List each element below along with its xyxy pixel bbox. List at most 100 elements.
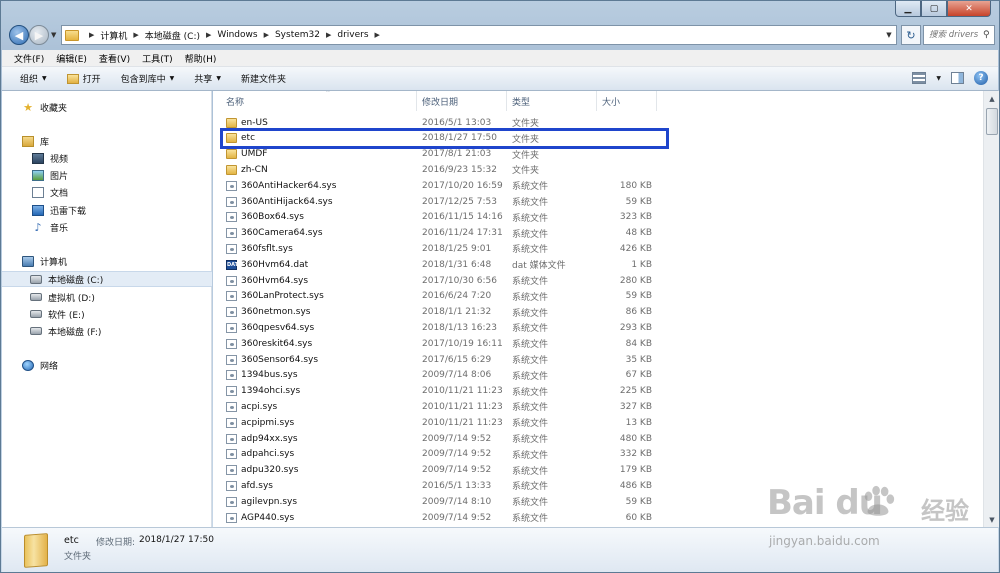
- table-row[interactable]: adpahci.sys 2009/7/14 9:52 系统文件 332 KB: [213, 447, 983, 462]
- nav-item-thunder-downloads[interactable]: 迅雷下载: [2, 202, 212, 218]
- search-box[interactable]: ⚲: [923, 25, 995, 45]
- table-row[interactable]: 360netmon.sys 2018/1/1 21:32 系统文件 86 KB: [213, 305, 983, 320]
- file-name-cell: 360LanProtect.sys: [226, 289, 324, 304]
- chevron-right-icon[interactable]: ▶: [264, 31, 269, 39]
- table-row[interactable]: en-US 2016/5/1 13:03 文件夹: [213, 115, 983, 130]
- refresh-button[interactable]: ↻: [901, 25, 921, 45]
- chevron-right-icon[interactable]: ▶: [133, 31, 138, 39]
- file-name: 360Box64.sys: [241, 212, 304, 223]
- table-row[interactable]: 360AntiHacker64.sys 2017/10/20 16:59 系统文件 1…: [213, 178, 983, 193]
- system-file-icon: [226, 401, 237, 412]
- file-type: 系统文件: [512, 213, 549, 224]
- chevron-right-icon[interactable]: ▶: [326, 31, 331, 39]
- nav-item-label: 音乐: [50, 223, 69, 234]
- recent-pages-dropdown[interactable]: ▼: [51, 31, 56, 39]
- view-mode-icon[interactable]: [912, 72, 927, 84]
- table-row[interactable]: 360Camera64.sys 2016/11/24 17:31 系统文件 48 KB: [213, 226, 983, 241]
- help-icon[interactable]: ?: [974, 71, 988, 85]
- table-row[interactable]: 1394bus.sys 2009/7/14 8:06 系统文件 67 KB: [213, 368, 983, 383]
- table-row[interactable]: DAT 360Hvm64.dat 2018/1/31 6:48 dat 媒体文件 1 K…: [213, 257, 983, 272]
- nav-drive-e[interactable]: 软件 (E:): [2, 306, 212, 322]
- menu-file[interactable]: 文件(F): [14, 52, 44, 65]
- open-button[interactable]: 打开: [66, 72, 101, 85]
- table-row[interactable]: 360LanProtect.sys 2016/6/24 7:20 系统文件 59 KB: [213, 289, 983, 304]
- breadcrumb-windows[interactable]: Windows: [217, 30, 257, 40]
- file-name-cell: afd.sys: [226, 478, 273, 493]
- table-row[interactable]: AGP440.sys 2009/7/14 9:52 系统文件 60 KB: [213, 510, 983, 525]
- column-header-size[interactable]: 大小: [597, 91, 657, 111]
- table-row[interactable]: adpu320.sys 2009/7/14 9:52 系统文件 179 KB: [213, 463, 983, 478]
- table-row[interactable]: 360AntiHijack64.sys 2017/12/25 7:53 系统文件 59…: [213, 194, 983, 209]
- table-row[interactable]: acpipmi.sys 2010/11/21 11:23 系统文件 13 KB: [213, 415, 983, 430]
- scroll-down-icon[interactable]: ▼: [985, 512, 999, 527]
- column-header-date[interactable]: 修改日期: [417, 91, 507, 111]
- breadcrumb-computer[interactable]: 计算机: [100, 29, 127, 42]
- nav-network[interactable]: 网络: [2, 357, 212, 373]
- table-row[interactable]: agilevpn.sys 2009/7/14 8:10 系统文件 59 KB: [213, 494, 983, 509]
- file-name-cell: 1394bus.sys: [226, 368, 298, 383]
- scroll-up-icon[interactable]: ▲: [985, 91, 999, 106]
- table-row[interactable]: 360reskit64.sys 2017/10/19 16:11 系统文件 84 KB: [213, 336, 983, 351]
- organize-button[interactable]: 组织 ▼: [20, 72, 47, 85]
- file-type: 文件夹: [512, 166, 540, 177]
- nav-item-documents[interactable]: 文档: [2, 184, 212, 200]
- back-button[interactable]: ◀: [9, 25, 29, 45]
- file-date: 2009/7/14 9:52: [422, 449, 492, 460]
- new-folder-button[interactable]: 新建文件夹: [241, 72, 286, 85]
- table-row[interactable]: zh-CN 2016/9/23 15:32 文件夹: [213, 162, 983, 177]
- table-row[interactable]: 360Box64.sys 2016/11/15 14:16 系统文件 323 KB: [213, 210, 983, 225]
- maximize-button[interactable]: ▢: [921, 1, 947, 17]
- nav-libraries[interactable]: 库: [2, 133, 212, 149]
- column-header-type[interactable]: 类型: [507, 91, 597, 111]
- table-row[interactable]: 360fsflt.sys 2018/1/25 9:01 系统文件 426 KB: [213, 241, 983, 256]
- file-size: [598, 162, 652, 177]
- table-row[interactable]: 360Hvm64.sys 2017/10/30 6:56 系统文件 280 KB: [213, 273, 983, 288]
- nav-item-pictures[interactable]: 图片: [2, 167, 212, 183]
- chevron-right-icon[interactable]: ▶: [375, 31, 380, 39]
- file-date: 2009/7/14 9:52: [422, 512, 492, 523]
- nav-drive-f[interactable]: 本地磁盘 (F:): [2, 323, 212, 339]
- table-row[interactable]: 1394ohci.sys 2010/11/21 11:23 系统文件 225 KB: [213, 384, 983, 399]
- chevron-right-icon[interactable]: ▶: [206, 31, 211, 39]
- chevron-down-icon[interactable]: ▼: [936, 75, 941, 82]
- menu-help[interactable]: 帮助(H): [185, 52, 217, 65]
- minimize-button[interactable]: ▁: [895, 1, 921, 17]
- table-row[interactable]: adp94xx.sys 2009/7/14 9:52 系统文件 480 KB: [213, 431, 983, 446]
- vertical-scrollbar[interactable]: ▲ ▼: [983, 91, 999, 527]
- file-name-cell: 360Camera64.sys: [226, 226, 323, 241]
- table-row[interactable]: afd.sys 2016/5/1 13:33 系统文件 486 KB: [213, 478, 983, 493]
- breadcrumb-system32[interactable]: System32: [275, 30, 320, 40]
- preview-pane-icon[interactable]: [951, 72, 964, 84]
- share-button[interactable]: 共享 ▼: [194, 72, 221, 85]
- search-input[interactable]: [929, 30, 983, 40]
- nav-favorites[interactable]: ★ 收藏夹: [2, 99, 212, 115]
- nav-item-videos[interactable]: 视频: [2, 150, 212, 166]
- include-library-button[interactable]: 包含到库中 ▼: [121, 72, 175, 85]
- nav-drive-d[interactable]: 虚拟机 (D:): [2, 289, 212, 305]
- table-row[interactable]: acpi.sys 2010/11/21 11:23 系统文件 327 KB: [213, 399, 983, 414]
- nav-item-music[interactable]: ♪ 音乐: [2, 219, 212, 235]
- table-row-selected[interactable]: etc 2018/1/27 17:50 文件夹: [220, 127, 669, 149]
- file-type: 系统文件: [512, 435, 549, 445]
- address-bar[interactable]: ▶ 计算机 ▶ 本地磁盘 (C:) ▶ Windows ▶ System32 ▶…: [61, 25, 897, 45]
- close-button[interactable]: ✕: [947, 1, 991, 17]
- search-icon[interactable]: ⚲: [983, 30, 990, 40]
- menu-view[interactable]: 查看(V): [99, 52, 130, 65]
- breadcrumb-drive-c[interactable]: 本地磁盘 (C:): [145, 29, 200, 42]
- breadcrumb-drivers[interactable]: drivers: [337, 30, 368, 40]
- menu-tools[interactable]: 工具(T): [142, 52, 173, 65]
- forward-button[interactable]: ▶: [29, 25, 49, 45]
- nav-drive-c[interactable]: 本地磁盘 (C:): [2, 271, 212, 287]
- column-header-name[interactable]: 名称 ⌃: [221, 91, 417, 111]
- scroll-thumb[interactable]: [986, 108, 998, 135]
- file-name: acpipmi.sys: [241, 417, 295, 428]
- file-size: 59 KB: [625, 496, 652, 507]
- menu-edit[interactable]: 编辑(E): [56, 52, 87, 65]
- chevron-down-icon[interactable]: ▼: [882, 31, 896, 39]
- table-row[interactable]: 360qpesv64.sys 2018/1/13 16:23 系统文件 293 KB: [213, 320, 983, 335]
- nav-computer[interactable]: 计算机: [2, 253, 212, 269]
- chevron-right-icon[interactable]: ▶: [89, 31, 94, 39]
- table-row[interactable]: 360Sensor64.sys 2017/6/15 6:29 系统文件 35 KB: [213, 352, 983, 367]
- table-row[interactable]: UMDF 2017/8/1 21:03 文件夹: [213, 147, 983, 162]
- file-name-cell: adpahci.sys: [226, 447, 294, 462]
